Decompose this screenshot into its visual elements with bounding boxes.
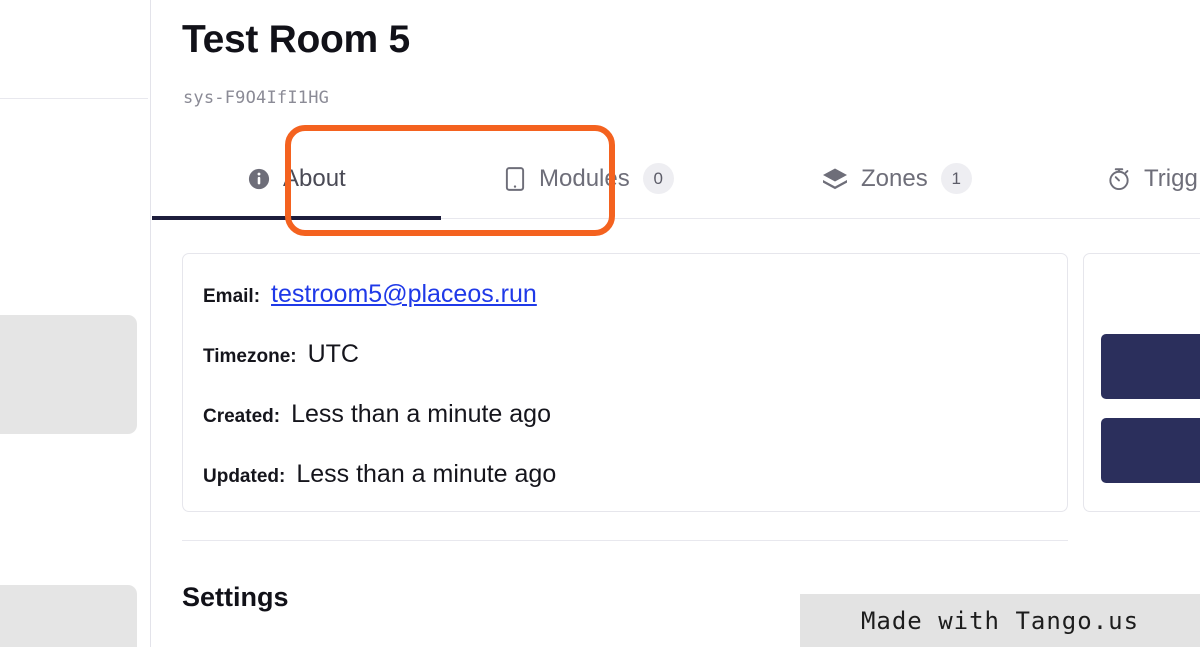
info-label-timezone: Timezone:	[203, 346, 297, 367]
tab-about-label: About	[283, 164, 346, 192]
tab-about[interactable]: About	[248, 138, 346, 219]
info-row-timezone: Timezone: UTC	[203, 340, 359, 369]
tab-bar: About Modules 0 Zones 1 Trigg	[152, 138, 1200, 220]
tab-modules-label: Modules	[539, 164, 630, 192]
main-content: Test Room 5 sys-F9O4IfI1HG About Modules…	[152, 0, 1200, 647]
tab-zones-badge: 1	[940, 163, 972, 194]
sidebar-list-item[interactable]	[0, 315, 137, 434]
tab-modules-badge: 0	[642, 163, 674, 194]
sidebar-list-item[interactable]	[0, 585, 137, 647]
info-circle-icon	[248, 168, 270, 190]
tab-triggers-label: Trigg	[1144, 164, 1198, 192]
info-label-created: Created:	[203, 406, 281, 427]
layers-icon	[822, 167, 848, 191]
info-row-email: Email: testroom5@placeos.run	[203, 280, 537, 309]
action-card	[1083, 253, 1200, 512]
page-title: Test Room 5	[182, 18, 410, 61]
tango-watermark: Made with Tango.us	[800, 594, 1200, 647]
tab-modules[interactable]: Modules 0	[504, 138, 674, 219]
sidebar-divider	[0, 98, 148, 99]
primary-action-button[interactable]	[1101, 334, 1200, 399]
tab-zones[interactable]: Zones 1	[822, 138, 972, 219]
tango-watermark-text: Made with Tango.us	[860, 606, 1140, 635]
info-row-updated: Updated: Less than a minute ago	[203, 460, 556, 489]
active-tab-underline	[152, 216, 441, 220]
system-info-card: Email: testroom5@placeos.run Timezone: U…	[182, 253, 1068, 512]
settings-section-rule	[182, 540, 1068, 541]
info-label-email: Email:	[203, 286, 261, 307]
info-value-updated: Less than a minute ago	[296, 460, 557, 488]
settings-heading: Settings	[182, 582, 289, 612]
email-link[interactable]: testroom5@placeos.run	[271, 280, 537, 309]
tablet-icon	[504, 166, 526, 191]
info-value-timezone: UTC	[307, 340, 359, 368]
sidebar	[0, 0, 151, 647]
info-label-updated: Updated:	[203, 466, 286, 487]
system-id-label: sys-F9O4IfI1HG	[183, 88, 330, 108]
secondary-action-button[interactable]	[1101, 418, 1200, 483]
stopwatch-icon	[1107, 166, 1131, 191]
app-screen: Test Room 5 sys-F9O4IfI1HG About Modules…	[0, 0, 1200, 647]
tab-triggers[interactable]: Trigg	[1107, 138, 1198, 219]
info-value-created: Less than a minute ago	[291, 400, 551, 428]
info-row-created: Created: Less than a minute ago	[203, 400, 551, 429]
tab-zones-label: Zones	[861, 164, 928, 192]
